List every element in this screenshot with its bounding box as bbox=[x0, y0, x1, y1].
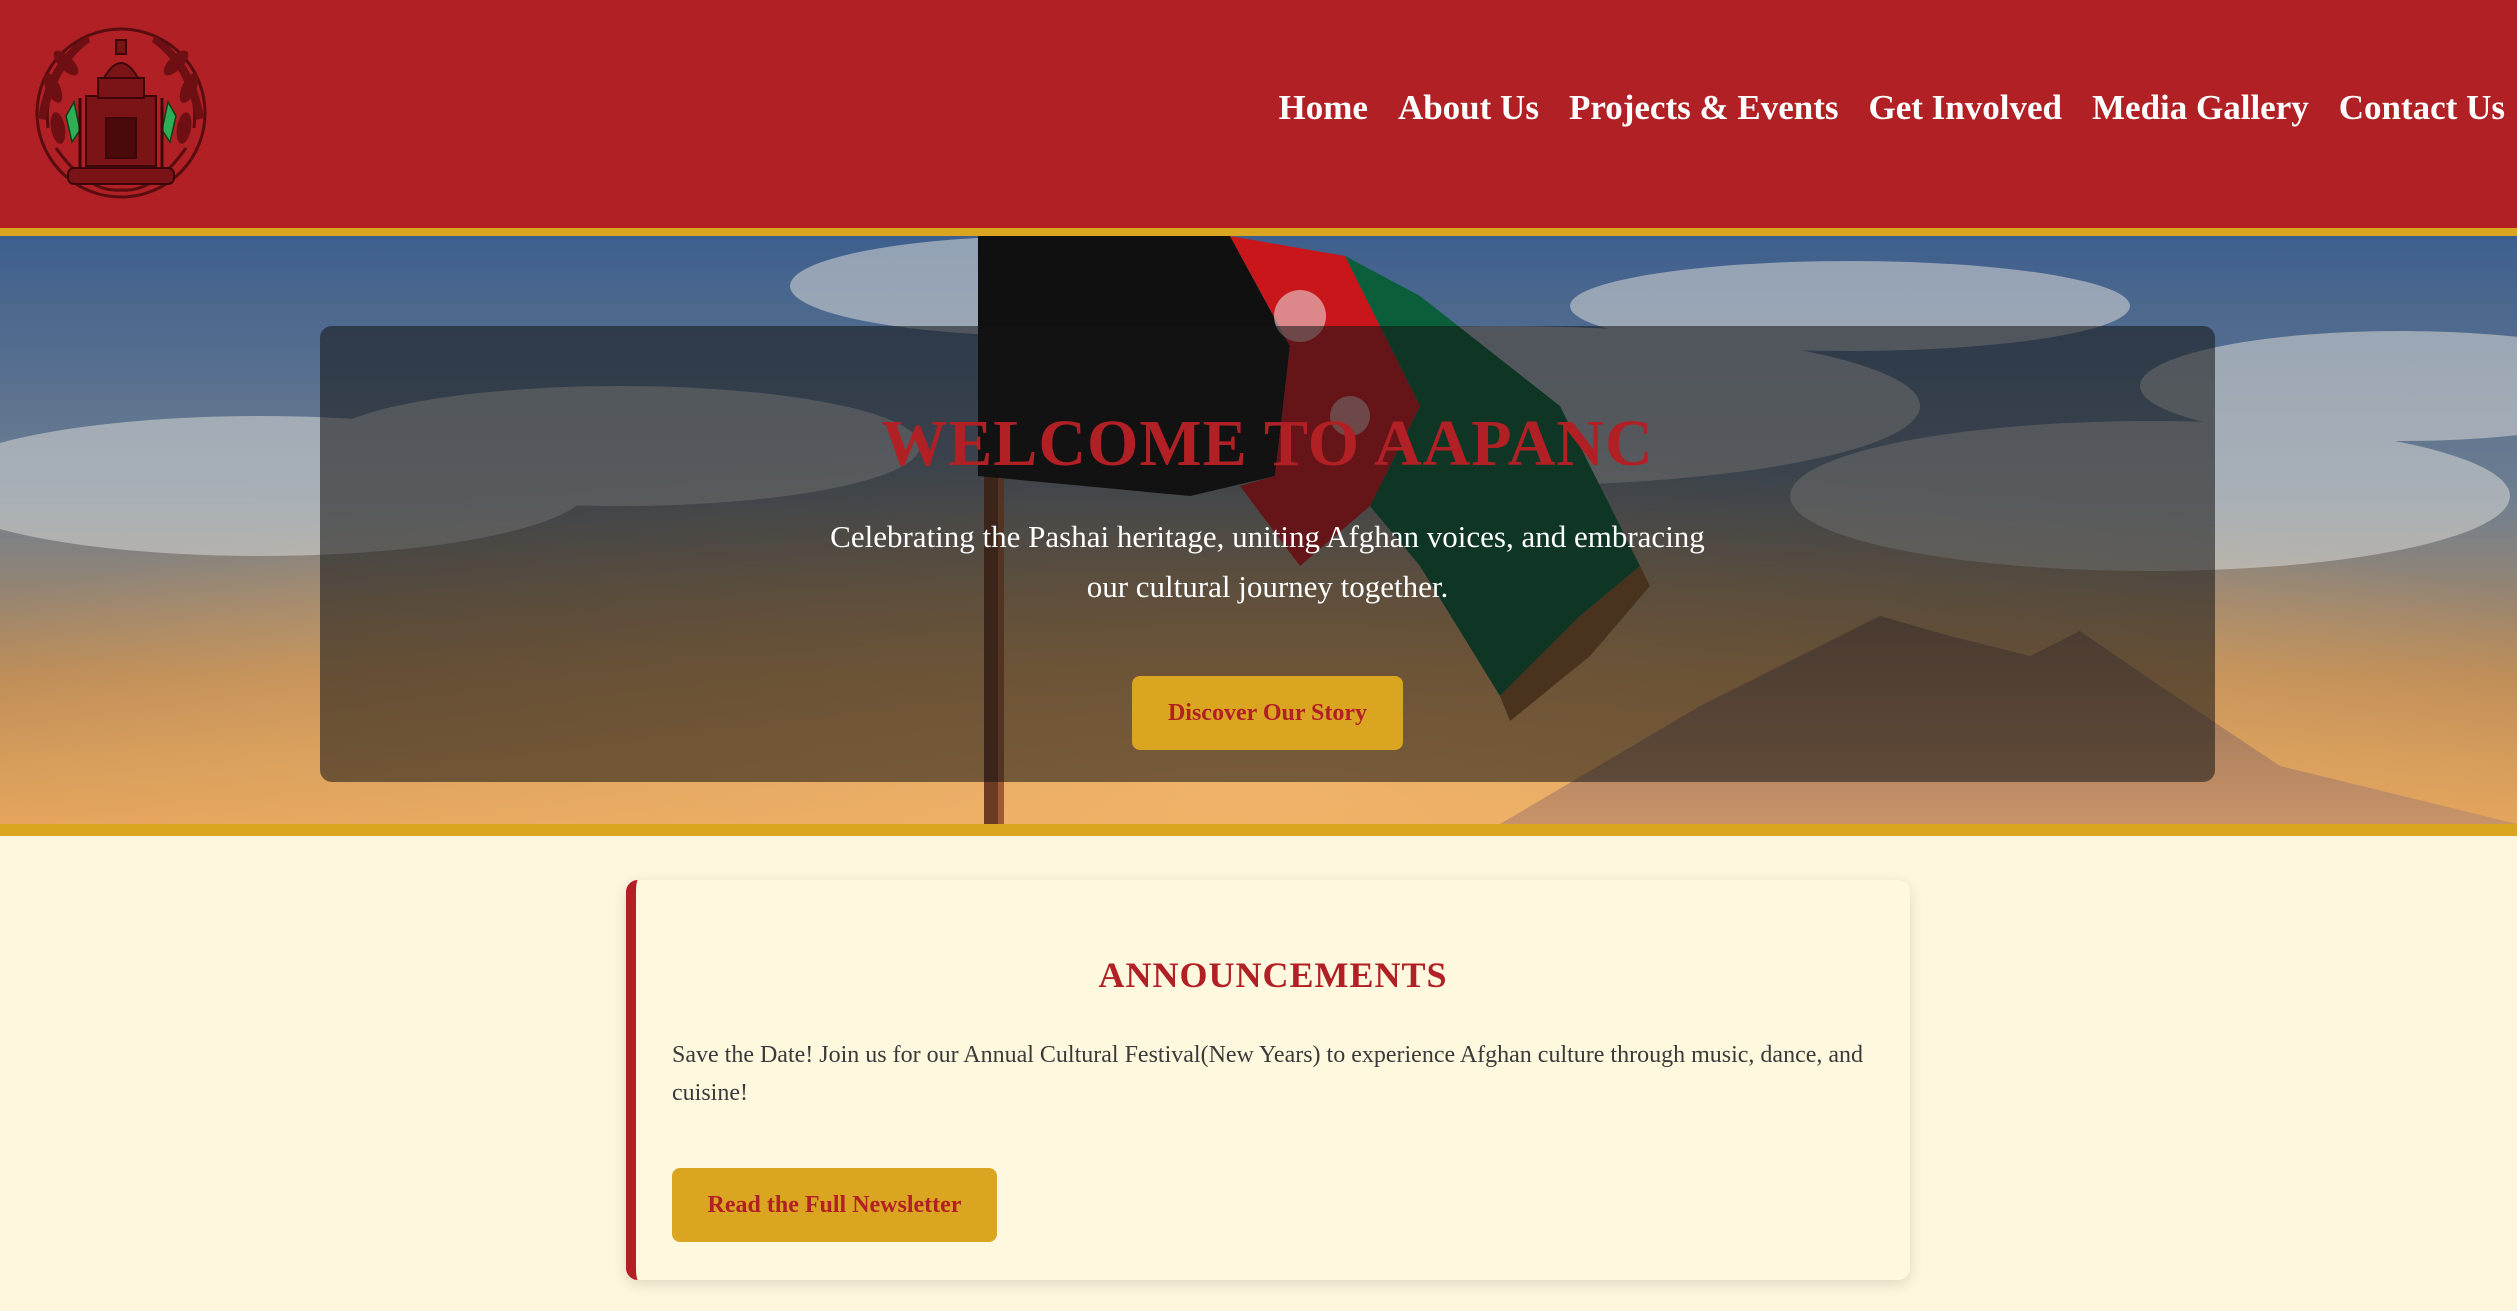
hero-subtitle-line1: Celebrating the Pashai heritage, uniting… bbox=[830, 519, 1705, 554]
hero-subtitle: Celebrating the Pashai heritage, uniting… bbox=[800, 512, 1735, 612]
nav-about-us[interactable]: About Us bbox=[1398, 88, 1539, 128]
nav-get-involved[interactable]: Get Involved bbox=[1869, 88, 2062, 128]
hero-divider bbox=[0, 824, 2517, 836]
nav-contact-us[interactable]: Contact Us bbox=[2339, 88, 2505, 128]
nav-home[interactable]: Home bbox=[1279, 88, 1368, 128]
announcements-card: ANNOUNCEMENTS Save the Date! Join us for… bbox=[626, 880, 1910, 1280]
read-newsletter-button[interactable]: Read the Full Newsletter bbox=[672, 1168, 997, 1242]
header-divider bbox=[0, 228, 2517, 236]
hero-subtitle-line2: our cultural journey together. bbox=[1086, 569, 1449, 604]
discover-story-button[interactable]: Discover Our Story bbox=[1132, 676, 1403, 750]
hero-section: WELCOME TO AAPANC Celebrating the Pashai… bbox=[0, 236, 2517, 824]
main-nav: Home About Us Projects & Events Get Invo… bbox=[1279, 88, 2505, 128]
site-header: Home About Us Projects & Events Get Invo… bbox=[0, 0, 2517, 228]
nav-projects-events[interactable]: Projects & Events bbox=[1569, 88, 1839, 128]
announcements-text: Save the Date! Join us for our Annual Cu… bbox=[672, 1042, 1864, 1106]
nav-media-gallery[interactable]: Media Gallery bbox=[2092, 88, 2309, 128]
hero-title: WELCOME TO AAPANC bbox=[881, 407, 1654, 480]
afghan-emblem-icon[interactable] bbox=[28, 18, 214, 208]
hero-overlay: WELCOME TO AAPANC Celebrating the Pashai… bbox=[320, 326, 2215, 782]
announcements-title: ANNOUNCEMENTS bbox=[1098, 955, 1448, 995]
